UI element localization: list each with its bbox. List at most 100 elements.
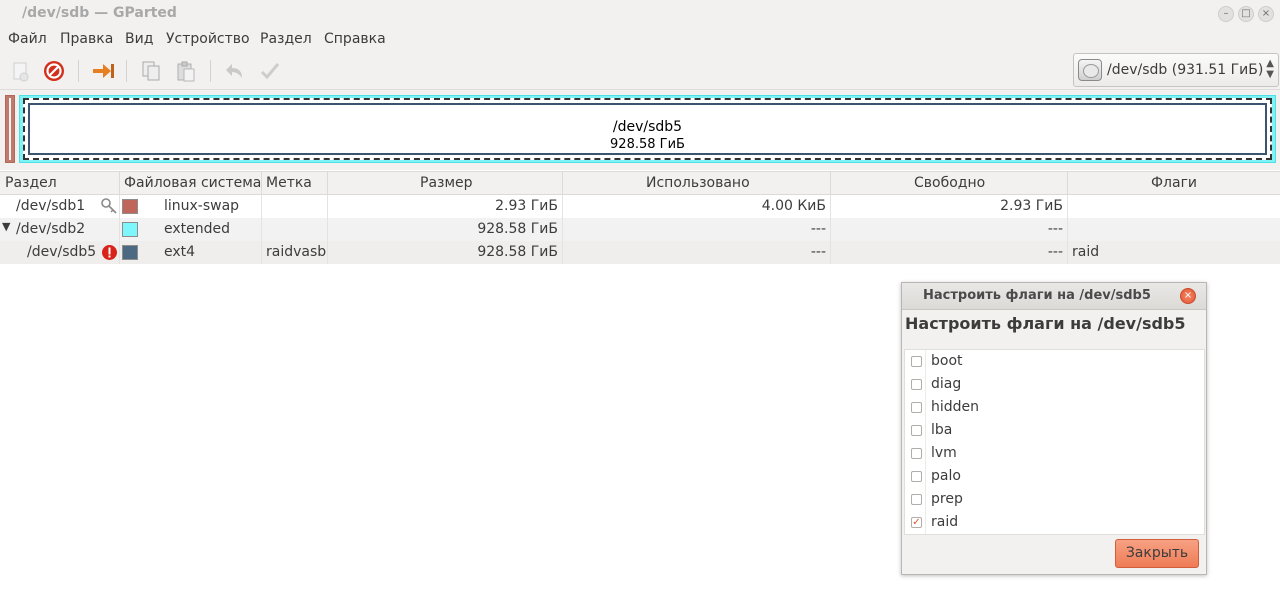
- warning-icon: [101, 244, 118, 265]
- device-selector-label: /dev/sdb (931.51 ГиБ): [1107, 62, 1264, 78]
- cell-divider: [119, 241, 120, 264]
- column-used[interactable]: Использовано: [646, 175, 750, 191]
- graph-partition-sdb5[interactable]: /dev/sdb5 928.58 ГиБ: [23, 98, 1272, 160]
- harddisk-icon: [1078, 59, 1102, 81]
- flag-label: lvm: [931, 445, 957, 461]
- graph-partition-name: /dev/sdb5: [612, 119, 683, 135]
- column-partition[interactable]: Раздел: [5, 175, 57, 191]
- column-divider: [1067, 172, 1068, 195]
- table-header: Раздел Файловая система Метка Размер Исп…: [0, 171, 1280, 195]
- cell-flags: raid: [1072, 244, 1100, 260]
- undo-icon[interactable]: [222, 59, 246, 83]
- checkbox-icon[interactable]: [911, 402, 922, 413]
- checkbox-checked-icon[interactable]: ✓: [911, 517, 922, 528]
- menu-help[interactable]: Справка: [324, 31, 386, 47]
- cell-divider: [327, 195, 328, 218]
- checkbox-icon[interactable]: [911, 494, 922, 505]
- cell-used: ---: [810, 244, 826, 260]
- flag-label: hidden: [931, 399, 980, 415]
- cell-divider: [830, 241, 831, 264]
- cell-divider: [119, 195, 120, 218]
- close-window-button[interactable]: ×: [1258, 6, 1274, 22]
- table-row[interactable]: /dev/sdb5 ext4 raidvasb 928.58 ГиБ --- -…: [0, 241, 1280, 264]
- cell-used: 4.00 КиБ: [761, 198, 826, 214]
- column-flags[interactable]: Флаги: [1151, 175, 1197, 191]
- cell-partition: /dev/sdb1: [16, 198, 86, 214]
- cell-used: ---: [810, 221, 826, 237]
- flag-item[interactable]: prep: [905, 488, 1204, 511]
- flag-item[interactable]: hidden: [905, 396, 1204, 419]
- cell-size: 928.58 ГиБ: [477, 244, 558, 260]
- cell-label: raidvasb: [266, 244, 327, 260]
- checkbox-icon[interactable]: [911, 379, 922, 390]
- manage-flags-dialog: Настроить флаги на /dev/sdb5 × Настроить…: [901, 282, 1207, 575]
- flag-item[interactable]: boot: [905, 350, 1204, 373]
- column-free[interactable]: Свободно: [914, 175, 985, 191]
- flag-label: boot: [931, 353, 963, 369]
- table-row[interactable]: ▼ /dev/sdb2 extended 928.58 ГиБ --- ---: [0, 218, 1280, 241]
- delete-icon[interactable]: [42, 59, 66, 83]
- cell-divider: [119, 218, 120, 241]
- checkbox-icon[interactable]: [911, 356, 922, 367]
- resize-move-icon[interactable]: [91, 59, 115, 83]
- column-label[interactable]: Метка: [266, 175, 312, 191]
- flag-item[interactable]: diag: [905, 373, 1204, 396]
- cell-divider: [327, 241, 328, 264]
- cell-size: 2.93 ГиБ: [495, 198, 558, 214]
- flag-label: diag: [931, 376, 962, 392]
- cell-free: ---: [1047, 244, 1063, 260]
- cell-divider: [1067, 241, 1068, 264]
- cell-divider: [830, 218, 831, 241]
- close-dialog-button[interactable]: Закрыть: [1115, 539, 1199, 568]
- flag-item[interactable]: lvm: [905, 442, 1204, 465]
- flag-item[interactable]: ✓ raid: [905, 511, 1204, 534]
- apply-icon[interactable]: [258, 59, 282, 83]
- column-divider: [119, 172, 120, 195]
- filesystem-color-swatch: [122, 245, 138, 260]
- flag-label: raid: [931, 514, 959, 530]
- cell-free: 2.93 ГиБ: [1000, 198, 1063, 214]
- graph-partition-size: 928.58 ГиБ: [610, 137, 685, 152]
- cell-divider: [562, 218, 563, 241]
- paste-icon[interactable]: [174, 59, 198, 83]
- cell-partition: /dev/sdb5: [27, 244, 97, 260]
- dialog-heading: Настроить флаги на /dev/sdb5: [905, 314, 1186, 333]
- title-bar: /dev/sdb — GParted – □ ×: [0, 0, 1280, 28]
- dialog-close-icon[interactable]: ×: [1180, 288, 1196, 304]
- column-size[interactable]: Размер: [420, 175, 473, 191]
- cell-divider: [327, 218, 328, 241]
- menu-partition[interactable]: Раздел: [260, 31, 312, 47]
- table-row[interactable]: /dev/sdb1 linux-swap 2.93 ГиБ 4.00 КиБ 2…: [0, 195, 1280, 218]
- device-selector[interactable]: /dev/sdb (931.51 ГиБ) ▲ ▼: [1073, 53, 1279, 87]
- window-title: /dev/sdb — GParted: [22, 5, 177, 21]
- menu-file[interactable]: Файл: [8, 31, 47, 47]
- flag-item[interactable]: palo: [905, 465, 1204, 488]
- column-filesystem[interactable]: Файловая система: [124, 175, 261, 191]
- new-icon[interactable]: [8, 59, 32, 83]
- expander-triangle-icon[interactable]: ▼: [2, 220, 10, 233]
- maximize-button[interactable]: □: [1238, 6, 1254, 22]
- cell-partition: /dev/sdb2: [16, 221, 86, 237]
- checkbox-icon[interactable]: [911, 425, 922, 436]
- minimize-button[interactable]: –: [1218, 6, 1234, 22]
- cell-divider: [1067, 218, 1068, 241]
- checkbox-icon[interactable]: [911, 471, 922, 482]
- spin-arrows-icon: ▲ ▼: [1266, 58, 1274, 80]
- column-divider: [261, 172, 262, 195]
- dialog-title: Настроить флаги на /dev/sdb5: [923, 288, 1151, 303]
- cell-divider: [562, 195, 563, 218]
- menu-device[interactable]: Устройство: [166, 31, 250, 47]
- copy-icon[interactable]: [139, 59, 163, 83]
- toolbar-separator: [126, 60, 127, 82]
- graph-partition-sdb1[interactable]: [5, 95, 15, 163]
- menu-view[interactable]: Вид: [125, 31, 153, 47]
- column-divider: [830, 172, 831, 195]
- flag-label: prep: [931, 491, 963, 507]
- flag-item[interactable]: lba: [905, 419, 1204, 442]
- checkbox-icon[interactable]: [911, 448, 922, 459]
- cell-filesystem: ext4: [164, 244, 196, 260]
- toolbar-separator: [78, 60, 79, 82]
- menu-edit[interactable]: Правка: [60, 31, 113, 47]
- filesystem-color-swatch: [122, 199, 138, 214]
- cell-free: ---: [1047, 221, 1063, 237]
